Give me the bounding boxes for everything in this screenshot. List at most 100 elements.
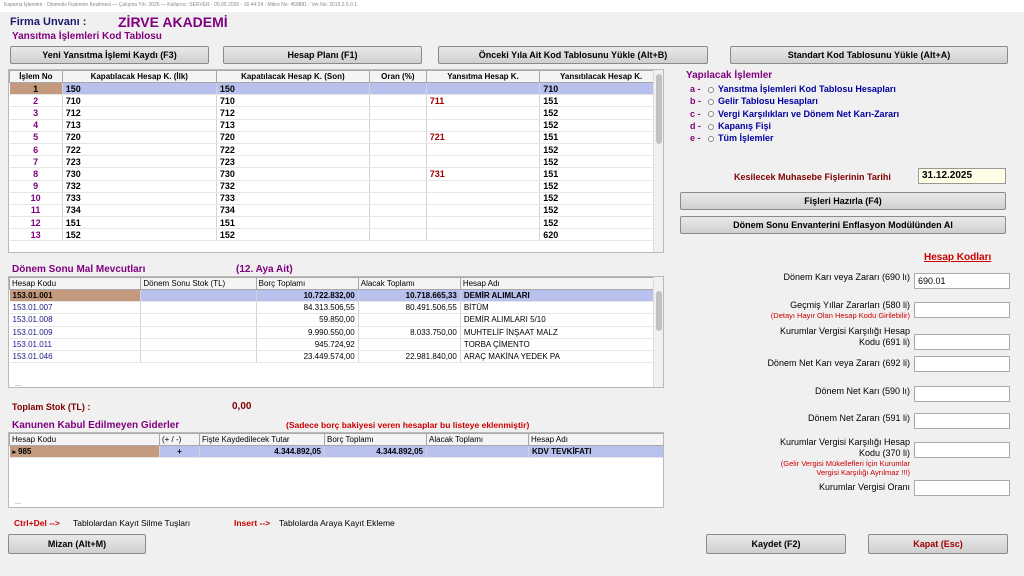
mal-cell[interactable]: DEMİR ALIMLARI [460, 289, 663, 303]
mal-row[interactable]: 153.01.009 9.990.550,00 8.033.750,00 MUHTEL… [9, 326, 663, 339]
kod-cell[interactable] [369, 119, 427, 132]
kod-cell[interactable]: 733 [62, 192, 217, 205]
kod-cell[interactable]: 151 [539, 167, 663, 181]
kod-cell[interactable] [369, 180, 427, 193]
kod-cell[interactable]: 723 [62, 155, 217, 169]
kod-cell[interactable]: 733 [216, 192, 370, 205]
kod-cell[interactable]: 732 [216, 180, 370, 193]
kkeg-cell[interactable]: KDV TEVKİFATI [528, 445, 663, 459]
kod-row[interactable]: 3 712 712 152 [9, 106, 663, 120]
kod-cell[interactable]: 730 [216, 167, 370, 181]
mal-cell[interactable] [358, 313, 461, 327]
kod-row[interactable]: 9 732 732 152 [9, 180, 663, 193]
operation-option-d[interactable]: d - Kapanış Fişi [690, 121, 771, 131]
mal-row[interactable]: 153.01.046 23.449.574,00 22.981.840,00 ARAÇ… [9, 350, 663, 364]
kod-cell[interactable]: 734 [216, 204, 370, 218]
mal-row[interactable]: 153.01.001 10.722.832,00 10.718.665,33 DEMİ… [9, 289, 663, 303]
kod-cell[interactable] [426, 82, 541, 96]
kod-cell[interactable]: 13 [9, 228, 63, 242]
kod-cell[interactable]: 5 [9, 131, 63, 144]
kod-cell[interactable]: 1 [9, 82, 63, 96]
kod-cell[interactable] [426, 119, 541, 132]
kod-cell[interactable]: 722 [62, 143, 217, 157]
col-kapatilacak-ilk[interactable]: Kapatılacak Hesap K. (İlk) [61, 70, 217, 83]
kkeg-cell[interactable] [426, 445, 529, 459]
kod-cell[interactable] [369, 155, 427, 169]
kod-cell[interactable] [369, 228, 427, 242]
radio-icon[interactable] [708, 111, 714, 118]
kod-cell[interactable]: 710 [62, 94, 217, 108]
kapat-button[interactable]: Kapat (Esc) [868, 534, 1008, 554]
operation-option-c[interactable]: c - Vergi Karşılıkları ve Dönem Net Karı-… [690, 109, 899, 119]
col-borc-toplami[interactable]: Borç Toplamı [255, 277, 359, 290]
kod-cell[interactable] [426, 228, 541, 242]
col-hesap-adi[interactable]: Hesap Adı [459, 277, 663, 290]
mal-cell[interactable]: 153.01.011 [9, 338, 142, 351]
col-islem-no[interactable]: İşlem No [9, 70, 63, 83]
kod-cell[interactable]: 152 [539, 204, 663, 218]
mal-cell[interactable]: 153.01.007 [9, 301, 142, 315]
mal-cell[interactable] [140, 326, 257, 339]
kod-cell[interactable] [369, 143, 427, 157]
kkeg-grid[interactable]: Hesap Kodu (+ / -) Fişte Kaydedilecek Tu… [8, 432, 664, 508]
kod-cell[interactable] [369, 167, 427, 181]
kod-cell[interactable]: 12 [9, 216, 63, 230]
kod-cell[interactable]: 152 [539, 143, 663, 157]
kod-cell[interactable]: 152 [539, 216, 663, 230]
kod-cell[interactable]: 711 [426, 94, 541, 108]
hesap-plani-button[interactable]: Hesap Planı (F1) [223, 46, 422, 64]
kod-row[interactable]: 12 151 151 152 [9, 216, 663, 230]
kkeg-cell[interactable]: ▸ 985 [9, 445, 160, 459]
hesap-field-input[interactable] [914, 356, 1010, 372]
kod-cell[interactable] [426, 180, 541, 193]
col-kkeg-sign[interactable]: (+ / -) [159, 433, 200, 446]
kod-cell[interactable]: 721 [426, 131, 541, 144]
hesap-field-input[interactable] [914, 442, 1010, 458]
kaydet-button[interactable]: Kaydet (F2) [706, 534, 846, 554]
kod-cell[interactable]: 3 [9, 106, 63, 120]
mal-row[interactable]: 153.01.011 945.724,92 TORBA ÇİMENTO [9, 338, 663, 351]
col-kkeg-alacak[interactable]: Alacak Toplamı [426, 433, 529, 446]
mal-cell[interactable]: 10.718.665,33 [358, 289, 461, 303]
kod-cell[interactable]: 7 [9, 155, 63, 169]
kod-cell[interactable]: 620 [539, 228, 663, 242]
kod-cell[interactable]: 710 [216, 94, 370, 108]
col-kkeg-tutar[interactable]: Fişte Kaydedilecek Tutar [199, 433, 325, 446]
kod-cell[interactable]: 732 [62, 180, 217, 193]
kod-cell[interactable] [369, 204, 427, 218]
mal-cell[interactable] [140, 301, 257, 315]
kod-cell[interactable]: 150 [216, 82, 370, 96]
kkeg-cell[interactable]: + [159, 445, 200, 459]
col-hesap-kodu[interactable]: Hesap Kodu [9, 277, 142, 290]
kod-cell[interactable] [369, 131, 427, 144]
mal-cell[interactable] [140, 289, 257, 303]
kod-row[interactable]: 8 730 730 731 151 [9, 167, 663, 181]
hesap-field-input[interactable] [914, 334, 1010, 350]
kod-cell[interactable]: 152 [62, 228, 217, 242]
kod-cell[interactable]: 713 [62, 119, 217, 132]
col-kkeg-borc[interactable]: Borç Toplamı [324, 433, 427, 446]
mal-cell[interactable]: 945.724,92 [256, 338, 359, 351]
col-donem-sonu-stok[interactable]: Dönem Sonu Stok (TL) [140, 277, 257, 290]
mal-cell[interactable]: 22.981.840,00 [358, 350, 461, 364]
mal-cell[interactable]: 10.722.832,00 [256, 289, 359, 303]
col-yansitma[interactable]: Yansıtma Hesap K. [425, 70, 541, 83]
operation-option-b[interactable]: b - Gelir Tablosu Hesapları [690, 96, 818, 106]
hesap-field-input[interactable] [914, 480, 1010, 496]
kod-cell[interactable]: 152 [539, 119, 663, 132]
kod-cell[interactable]: 712 [216, 106, 370, 120]
kod-row[interactable]: 5 720 720 721 151 [9, 131, 663, 144]
mal-scroll-thumb[interactable] [656, 291, 662, 331]
kod-scroll-thumb[interactable] [656, 74, 662, 144]
kod-cell[interactable]: 720 [216, 131, 370, 144]
kod-cell[interactable]: 8 [9, 167, 63, 181]
mal-cell[interactable]: ARAÇ MAKİNA YEDEK PA [460, 350, 663, 364]
mal-cell[interactable]: 9.990.550,00 [256, 326, 359, 339]
mal-cell[interactable]: BİTÜM [460, 301, 663, 315]
col-kkeg-hesap-adi[interactable]: Hesap Adı [528, 433, 663, 446]
standard-table-button[interactable]: Standart Kod Tablosunu Yükle (Alt+A) [730, 46, 1008, 64]
mal-cell[interactable]: TORBA ÇİMENTO [460, 338, 663, 351]
radio-icon[interactable] [708, 98, 714, 105]
kod-row[interactable]: 4 713 713 152 [9, 119, 663, 132]
hesap-field-input[interactable] [914, 302, 1010, 318]
